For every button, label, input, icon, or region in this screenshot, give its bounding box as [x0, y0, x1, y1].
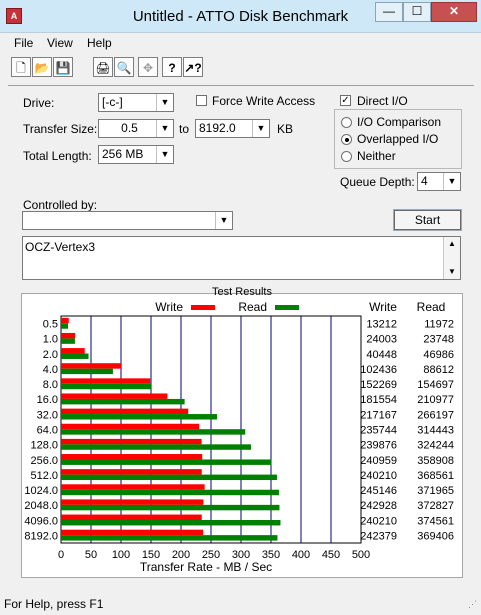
read-value: 368561 — [417, 470, 454, 482]
read-value: 358908 — [417, 455, 454, 467]
read-value: 11972 — [424, 319, 454, 331]
x-tick-label: 300 — [232, 549, 250, 561]
read-value: 369406 — [417, 530, 454, 542]
read-bar — [61, 444, 251, 450]
write-value: 245146 — [360, 485, 397, 497]
write-bar — [61, 423, 200, 430]
results-chart: Test Results Write Read Write Read Trans… — [24, 286, 454, 574]
legend-read-swatch — [275, 305, 299, 310]
status-text: For Help, press F1 — [4, 597, 104, 611]
write-bar — [61, 393, 168, 399]
x-tick-label: 100 — [112, 549, 130, 561]
status-bar: For Help, press F1 ⋰ — [0, 593, 481, 615]
x-tick-label: 200 — [172, 549, 190, 561]
write-bar — [61, 499, 204, 505]
read-bar — [61, 504, 280, 511]
y-tick-label: 16.0 — [37, 394, 58, 406]
y-tick-label: 32.0 — [37, 409, 58, 421]
y-tick-label: 1024.0 — [24, 485, 58, 497]
write-bar — [61, 332, 76, 339]
read-value: 46986 — [423, 349, 454, 361]
write-bar — [61, 529, 204, 536]
y-tick-label: 128.0 — [30, 440, 58, 452]
legend-write-label: Write — [155, 300, 183, 314]
x-tick-label: 350 — [262, 549, 280, 561]
y-tick-label: 0.5 — [43, 319, 58, 331]
read-bar — [61, 459, 272, 465]
write-value: 242379 — [360, 530, 397, 542]
read-value: 372827 — [417, 500, 454, 512]
y-tick-label: 512.0 — [30, 470, 58, 482]
read-value: 210977 — [417, 394, 454, 406]
x-axis-title: Transfer Rate - MB / Sec — [140, 560, 272, 574]
y-tick-label: 256.0 — [30, 455, 58, 467]
y-tick-label: 64.0 — [37, 425, 58, 437]
x-tick-label: 450 — [322, 549, 340, 561]
write-bar — [61, 408, 189, 415]
write-value: 102436 — [360, 364, 397, 376]
read-value: 371965 — [417, 485, 454, 497]
read-bar — [61, 368, 113, 375]
read-bar — [61, 353, 89, 359]
read-value: 88612 — [423, 364, 454, 376]
x-tick-label: 400 — [292, 549, 310, 561]
x-tick-label: 500 — [352, 549, 370, 561]
write-value: 240210 — [360, 470, 397, 482]
y-tick-label: 2.0 — [43, 349, 58, 361]
y-tick-label: 8.0 — [43, 379, 58, 391]
write-value: 13212 — [366, 319, 397, 331]
write-value: 240959 — [360, 455, 397, 467]
read-value: 266197 — [417, 409, 454, 421]
read-bar — [61, 535, 278, 541]
write-value: 24003 — [366, 334, 397, 346]
y-tick-label: 2048.0 — [24, 500, 58, 512]
write-bar — [61, 469, 202, 475]
write-bar — [61, 514, 202, 520]
write-value: 239876 — [360, 440, 397, 452]
read-bar — [61, 489, 279, 496]
y-tick-label: 8192.0 — [24, 530, 58, 542]
read-value: 23748 — [423, 334, 454, 346]
write-value: 217167 — [360, 409, 397, 421]
x-tick-label: 150 — [142, 549, 160, 561]
write-bar — [61, 438, 202, 445]
write-bar — [61, 317, 69, 324]
write-value: 181554 — [360, 394, 397, 406]
write-value: 235744 — [360, 425, 397, 437]
write-column-header: Write — [369, 300, 397, 314]
x-tick-label: 50 — [85, 549, 97, 561]
write-bar — [61, 378, 151, 384]
write-value: 240210 — [360, 515, 397, 527]
read-bar — [61, 429, 246, 435]
read-bar — [61, 398, 185, 405]
write-value: 242928 — [360, 500, 397, 512]
y-tick-label: 4096.0 — [24, 515, 58, 527]
results-title: Test Results — [212, 286, 272, 298]
legend-read-label: Read — [238, 300, 267, 314]
read-value: 374561 — [417, 515, 454, 527]
x-tick-label: 250 — [202, 549, 220, 561]
write-bar — [61, 363, 122, 369]
resize-grip-icon[interactable]: ⋰ — [468, 599, 477, 610]
read-bar — [61, 519, 281, 526]
write-bar — [61, 348, 85, 354]
write-value: 40448 — [366, 349, 397, 361]
y-tick-label: 1.0 — [43, 334, 58, 346]
read-bar — [61, 414, 217, 420]
x-tick-label: 0 — [58, 549, 64, 561]
y-tick-label: 4.0 — [43, 364, 58, 376]
read-value: 324244 — [417, 440, 454, 452]
read-bar — [61, 383, 152, 390]
read-value: 314443 — [417, 425, 454, 437]
read-bar — [61, 474, 277, 481]
read-value: 154697 — [417, 379, 454, 391]
read-bar — [61, 323, 69, 329]
write-bar — [61, 484, 205, 490]
write-bar — [61, 454, 203, 460]
read-column-header: Read — [417, 300, 446, 314]
read-bar — [61, 338, 75, 344]
write-value: 152269 — [360, 379, 397, 391]
legend-write-swatch — [191, 305, 215, 310]
